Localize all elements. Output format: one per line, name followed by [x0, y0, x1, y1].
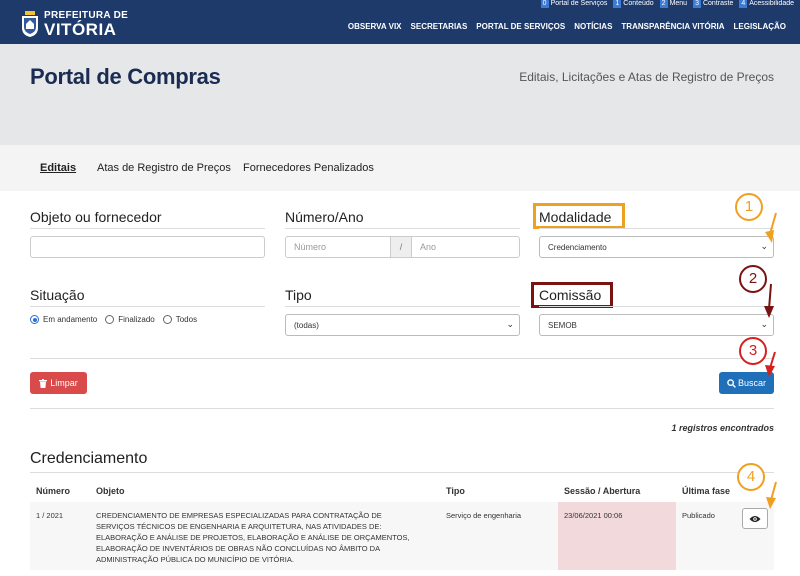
buscar-button[interactable]: Buscar — [719, 372, 774, 394]
page-title: Portal de Compras — [30, 64, 221, 89]
page-subtitle: Editais, Licitações e Atas de Registro d… — [519, 70, 774, 84]
ano-input[interactable]: Ano — [411, 236, 520, 258]
row-ultima-fase: Publicado — [682, 511, 715, 520]
row-numero: 1 / 2021 — [36, 511, 64, 520]
chevron-down-icon: ⌄ — [760, 319, 768, 329]
logo-line1: PREFEITURA DE — [44, 9, 129, 21]
radio-em-andamento-label: Em andamento — [43, 315, 98, 324]
comissao-select[interactable]: SEMOB ⌄ — [539, 314, 774, 336]
trash-icon — [39, 378, 48, 388]
view-details-button[interactable] — [742, 508, 768, 529]
logo-line2: VITÓRIA — [44, 19, 117, 39]
site-header: 0 Portal de Serviços 1 Conteúdo 2 Menu 3 Con… — [0, 0, 800, 44]
objeto-input[interactable] — [30, 236, 265, 258]
row-objeto-line: SERVIÇOS TÉCNICOS DE ENGENHARIA E ARQUIT… — [96, 522, 382, 531]
divider — [30, 306, 265, 307]
chevron-down-icon: ⌄ — [760, 241, 768, 251]
tipo-selected-value: (todas) — [294, 321, 319, 330]
divider — [285, 228, 520, 229]
main-nav: OBSERVA VIX SECRETARIAS PORTAL DE SERVIÇ… — [348, 22, 786, 31]
nav-portal-servicos[interactable]: PORTAL DE SERVIÇOS — [476, 22, 565, 31]
row-objeto-line: CREDENCIAMENTO DE EMPRESAS ESPECIALIZADA… — [96, 511, 382, 520]
row-objeto-line: ELABORAÇÃO E ANÁLISE DE PROJETOS, ELABOR… — [96, 533, 410, 542]
results-count: 1 registros encontrados — [671, 423, 774, 433]
nav-secretarias[interactable]: SECRETARIAS — [411, 22, 468, 31]
tipo-label: Tipo — [285, 287, 312, 303]
radio-finalizado-label: Finalizado — [118, 315, 155, 324]
page-hero: Portal de Compras Editais, Licitações e … — [0, 44, 800, 145]
row-tipo: Serviço de engenharia — [446, 511, 522, 520]
radio-em-andamento[interactable] — [30, 315, 39, 324]
divider — [30, 228, 265, 229]
divider — [30, 358, 774, 359]
numero-ano-separator: / — [391, 236, 411, 258]
row-sessao: 23/06/2021 00:06 — [564, 511, 623, 520]
column-header-sessao: Sessão / Abertura — [564, 486, 641, 496]
tab-atas[interactable]: Atas de Registro de Preços — [97, 162, 231, 174]
row-objeto-line: ADMINISTRAÇÃO PÚBLICA DO MUNICÍPIO DE VI… — [96, 555, 294, 564]
situacao-label: Situação — [30, 287, 85, 303]
divider — [539, 228, 774, 229]
nav-observa-vix[interactable]: OBSERVA VIX — [348, 22, 402, 31]
nav-legislacao[interactable]: LEGISLAÇÃO — [734, 22, 786, 31]
chevron-down-icon: ⌄ — [506, 319, 514, 329]
modalidade-highlight-box — [533, 203, 625, 229]
annotation-step-3: 3 — [739, 337, 767, 365]
arrow-annotation-2 — [764, 283, 774, 318]
column-header-tipo: Tipo — [446, 486, 465, 496]
tab-editais[interactable]: Editais — [40, 162, 76, 174]
nav-noticias[interactable]: NOTÍCIAS — [574, 22, 612, 31]
accessibility-link-conteudo[interactable]: 1 Conteúdo — [613, 0, 654, 8]
annotation-step-1: 1 — [735, 193, 763, 221]
situacao-radio-group: Em andamento Finalizado Todos — [30, 315, 197, 324]
radio-todos-label: Todos — [175, 315, 198, 324]
search-icon — [727, 378, 736, 388]
row-objeto-line: ELABORAÇÃO DE INVENTÁRIOS DE OBRAS NÃO C… — [96, 544, 381, 553]
tab-fornecedores-penalizados[interactable]: Fornecedores Penalizados — [243, 162, 374, 174]
numero-ano-label: Número/Ano — [285, 209, 364, 225]
radio-todos[interactable] — [162, 315, 172, 324]
column-header-ultima-fase: Última fase — [682, 486, 731, 496]
eye-icon — [749, 515, 761, 522]
radio-finalizado[interactable] — [105, 315, 115, 324]
accessibility-link-menu[interactable]: 2 Menu — [659, 0, 687, 8]
accessibility-bar: 0 Portal de Serviços 1 Conteúdo 2 Menu 3 Con… — [540, 0, 794, 8]
site-logo[interactable]: PREFEITURA DE VITÓRIA — [20, 10, 128, 38]
divider — [539, 306, 774, 307]
accessibility-link-contraste[interactable]: 3 Contraste — [693, 0, 733, 8]
divider — [30, 408, 774, 409]
buscar-button-label: Buscar — [737, 378, 766, 388]
row-objeto: CREDENCIAMENTO DE EMPRESAS ESPECIALIZADA… — [96, 510, 441, 565]
annotation-step-4: 4 — [737, 463, 765, 491]
column-header-objeto: Objeto — [96, 486, 125, 496]
limpar-button[interactable]: Limpar — [30, 372, 87, 394]
divider — [30, 472, 774, 473]
comissao-selected-value: SEMOB — [548, 321, 577, 330]
divider — [285, 306, 520, 307]
accessibility-link-portal[interactable]: 0 Portal de Serviços — [540, 0, 607, 8]
numero-input[interactable]: Número — [285, 236, 391, 258]
results-section-title: Credenciamento — [30, 450, 148, 467]
annotation-step-2: 2 — [739, 265, 767, 293]
nav-transparencia[interactable]: TRANSPARÊNCIA VITÓRIA — [621, 22, 724, 31]
modalidade-selected-value: Credenciamento — [548, 243, 607, 252]
accessibility-link-acessibilidade[interactable]: 4 Acessibilidade — [739, 0, 794, 8]
column-header-numero: Número — [36, 486, 71, 496]
comissao-highlight-box — [531, 282, 613, 308]
limpar-button-label: Limpar — [50, 378, 78, 388]
section-tabs: Editais Atas de Registro de Preços Forne… — [0, 145, 800, 191]
city-crest-icon — [22, 11, 38, 37]
objeto-label: Objeto ou fornecedor — [30, 209, 162, 225]
modalidade-select[interactable]: Credenciamento ⌄ — [539, 236, 774, 258]
tipo-select[interactable]: (todas) ⌄ — [285, 314, 520, 336]
